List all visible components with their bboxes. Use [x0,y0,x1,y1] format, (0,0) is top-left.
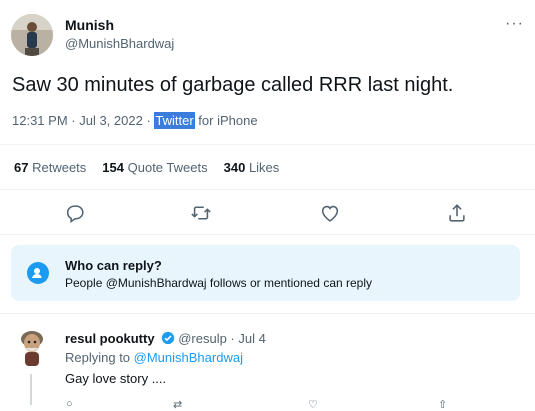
reply-icon[interactable] [64,202,86,224]
reply-date[interactable]: Jul 4 [238,331,265,346]
replying-to: Replying to @MunishBhardwaj [65,350,243,365]
retweet-icon[interactable] [190,202,212,224]
svg-text:@: @ [41,274,48,282]
mention-icon: @ [27,262,49,284]
reply-author-avatar[interactable] [17,326,47,366]
tweet-source: for iPhone [194,113,258,128]
meta-separator: · [67,113,80,128]
author-avatar[interactable] [11,14,53,56]
engagement-stats: 67 Retweets 154 Quote Tweets 340 Likes [14,160,279,175]
tweet-text: Saw 30 minutes of garbage called RRR las… [12,74,454,96]
verified-badge-icon [161,331,175,345]
tweet-time[interactable]: 12:31 PM [12,113,68,128]
retweets-stat[interactable]: 67 Retweets [14,160,86,175]
profile-photo-icon [21,331,43,366]
reply-author-handle[interactable]: @resulp [178,331,227,346]
more-options-icon[interactable]: ··· [505,15,524,33]
share-icon[interactable] [446,202,468,224]
who-can-reply-title: Who can reply? [65,258,162,273]
reply-reply-icon[interactable]: ○ [66,398,73,410]
likes-stat[interactable]: 340 Likes [224,160,280,175]
reply-author-name[interactable]: resul pookutty [65,331,155,346]
reply-text: Gay love story .... [65,371,167,386]
tweet-meta: 12:31 PM · Jul 3, 2022 · Twitter for iPh… [12,112,258,129]
divider [0,234,535,235]
divider [0,144,535,145]
tweet-date[interactable]: Jul 3, 2022 [79,113,143,128]
replying-to-mention[interactable]: @MunishBhardwaj [134,350,243,365]
who-can-reply-box: @ Who can reply? People @MunishBhardwaj … [11,245,520,301]
divider [0,189,535,190]
who-can-reply-subtitle: People @MunishBhardwaj follows or mentio… [65,276,373,290]
author-handle[interactable]: @MunishBhardwaj [65,36,174,51]
tweet-card: Munish @MunishBhardwaj ··· Saw 30 minute… [0,0,535,411]
quote-tweets-stat[interactable]: 154 Quote Tweets [102,160,207,175]
thread-line [30,374,32,405]
tweet-source-highlighted[interactable]: Twitter [154,112,195,129]
divider [0,313,535,314]
reply-author-line: resul pookutty @resulp · Jul 4 [65,331,266,346]
reply-separator: · [226,331,239,346]
like-icon[interactable] [319,202,341,224]
profile-photo-icon [11,14,53,56]
reply-actions: ○ ⇄ ♡ ⇧ [60,398,530,411]
author-name[interactable]: Munish [65,17,114,33]
